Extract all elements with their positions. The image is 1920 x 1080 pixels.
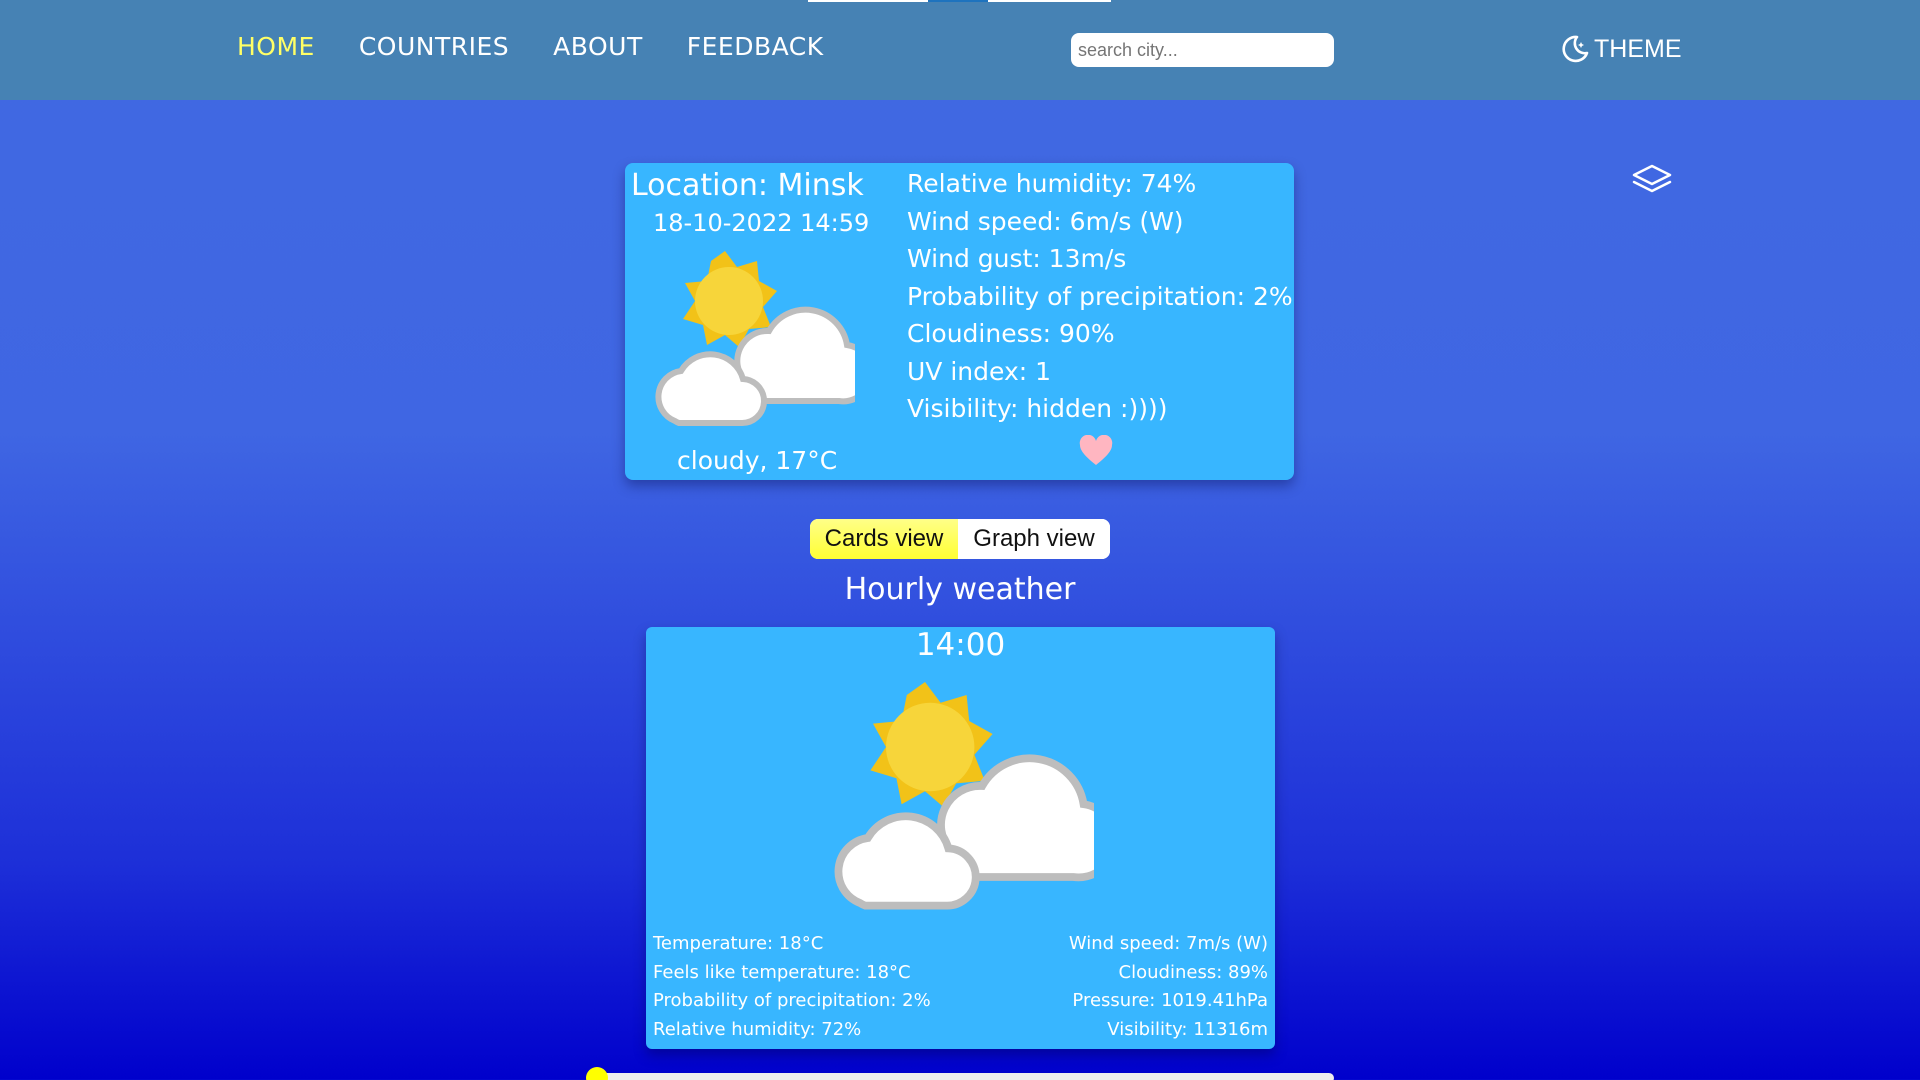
nav-countries[interactable]: COUNTRIES (359, 32, 509, 61)
hourly-feels-like: Feels like temperature: 18°C (653, 961, 911, 983)
nav-home[interactable]: HOME (237, 32, 315, 61)
top-progress-marks (808, 0, 1111, 2)
hourly-time: 14:00 (915, 627, 1006, 663)
hourly-visibility: Visibility: 11316m (1107, 1019, 1268, 1041)
view-toggle: Cards view Graph view (810, 519, 1110, 559)
main-nav: HOME COUNTRIES ABOUT FEEDBACK (237, 32, 824, 61)
theme-toggle-button[interactable]: THEME (1560, 34, 1682, 64)
detail-humidity: Relative humidity: 74% (907, 169, 1197, 198)
detail-uv-index: UV index: 1 (907, 356, 1052, 386)
current-details: Relative humidity: 74% Wind speed: 6m/s … (907, 165, 1293, 428)
partly-cloudy-icon (655, 251, 855, 427)
current-weather-card: Location: Minsk 18-10-2022 14:59 cloudy,… (625, 163, 1294, 480)
hourly-pressure: Pressure: 1019.41hPa (1072, 990, 1268, 1012)
theme-label: THEME (1594, 34, 1682, 63)
hourly-cloudiness: Cloudiness: 89% (1118, 961, 1268, 983)
search-city-input[interactable] (1071, 33, 1334, 67)
current-location: Location: Minsk (631, 168, 864, 203)
hourly-left-details: Temperature: 18°C Feels like temperature… (653, 930, 931, 1045)
moon-icon (1562, 35, 1589, 63)
nav-feedback[interactable]: FEEDBACK (687, 32, 824, 61)
hourly-precipitation: Probability of precipitation: 2% (653, 990, 931, 1012)
heart-icon[interactable] (1078, 435, 1114, 467)
hourly-slider-thumb[interactable] (586, 1067, 608, 1080)
nav-about[interactable]: ABOUT (553, 32, 643, 61)
top-header: HOME COUNTRIES ABOUT FEEDBACK THEME (0, 0, 1920, 100)
detail-cloudiness: Cloudiness: 90% (907, 319, 1115, 348)
hourly-wind-speed: Wind speed: 7m/s (W) (1068, 933, 1268, 954)
hourly-humidity: Relative humidity: 72% (653, 1019, 862, 1041)
hourly-slider-track[interactable] (596, 1073, 1334, 1080)
detail-precipitation: Probability of precipitation: 2% (907, 281, 1293, 311)
hourly-title: Hourly weather (844, 572, 1076, 607)
graph-view-button[interactable]: Graph view (958, 519, 1110, 559)
detail-wind-gust: Wind gust: 13m/s (907, 244, 1127, 273)
cards-view-button[interactable]: Cards view (810, 519, 958, 559)
layers-icon[interactable] (1630, 163, 1674, 199)
detail-visibility: Visibility: hidden :)))) (907, 394, 1168, 423)
detail-wind-speed: Wind speed: 6m/s (W) (907, 206, 1184, 236)
current-datetime: 18-10-2022 14:59 (653, 209, 870, 237)
hourly-temperature: Temperature: 18°C (653, 933, 824, 954)
hourly-right-details: Wind speed: 7m/s (W) Cloudiness: 89% Pre… (1069, 930, 1268, 1045)
hourly-card: 14:00 Temperature: 18°C Feels like tempe… (646, 627, 1275, 1049)
partly-cloudy-icon (834, 682, 1094, 910)
current-description: cloudy, 17°C (677, 446, 838, 475)
